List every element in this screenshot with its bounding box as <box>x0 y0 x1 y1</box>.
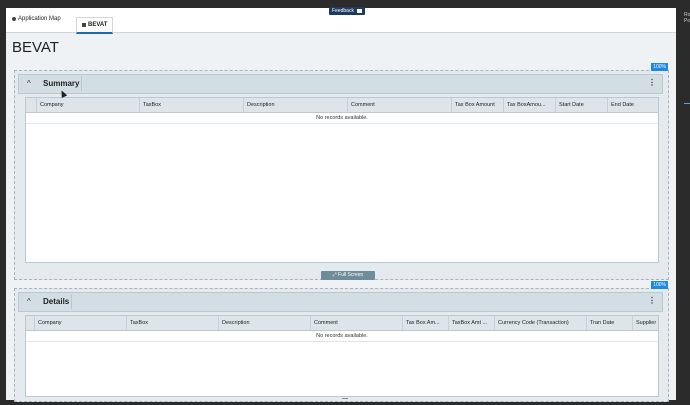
column-start-date[interactable]: Start Date <box>555 98 607 112</box>
zoom-percent-badge[interactable]: 100% <box>651 281 668 289</box>
column-description[interactable]: Description <box>218 316 310 330</box>
column-company[interactable]: Company <box>34 316 126 330</box>
details-grid: Company TaxBox Description Comment Tax B… <box>25 315 659 397</box>
details-header: ^ Details ⋮ <box>18 292 663 312</box>
summary-title: Summary <box>43 79 80 88</box>
summary-header: ^ Summary ⋮ <box>18 74 663 94</box>
details-grid-header: Company TaxBox Description Comment Tax B… <box>26 316 658 331</box>
collapse-chevron-icon[interactable]: ^ <box>27 297 31 306</box>
summary-grid-header: Company TaxBox Description Comment Tax B… <box>26 98 658 113</box>
feedback-label: Feedback <box>332 8 354 14</box>
column-tax-box-amount[interactable]: Tax Box Am... <box>402 316 448 330</box>
column-company[interactable]: Company <box>36 98 139 112</box>
tab-label: BEVAT <box>88 22 108 28</box>
details-title: Details <box>43 297 70 306</box>
message-icon <box>356 9 362 13</box>
full-screen-button[interactable]: ⤢ Full Screen <box>321 271 375 280</box>
right-edge-text-2: Po <box>684 18 690 24</box>
collapse-chevron-icon[interactable]: ^ <box>27 79 31 88</box>
column-supplier[interactable]: Supplier <box>632 316 658 330</box>
summary-panel: 100% ^ Summary ⋮ Company TaxBox Descript… <box>14 63 669 280</box>
zoom-percent-badge[interactable]: 100% <box>651 63 668 71</box>
right-edge-accent <box>684 103 690 104</box>
tab-bevat[interactable]: BEVAT <box>76 17 114 34</box>
column-taxbox[interactable]: TaxBox <box>126 316 218 330</box>
right-edge-panel <box>676 8 690 405</box>
column-end-date[interactable]: End Date <box>607 98 658 112</box>
column-tax-box-amount[interactable]: Tax Box Amount <box>451 98 503 112</box>
column-tran-date[interactable]: Tran Date <box>586 316 632 330</box>
column-comment[interactable]: Comment <box>347 98 451 112</box>
globe-icon <box>12 17 16 21</box>
app-window: Application Map BEVAT BEVAT 100% ^ Summa… <box>6 8 676 402</box>
details-toolbar <box>71 294 662 309</box>
column-description[interactable]: Description <box>243 98 347 112</box>
grid-icon <box>82 23 86 27</box>
summary-grid: Company TaxBox Description Comment Tax B… <box>25 97 659 263</box>
more-options-icon[interactable]: ⋮ <box>648 296 656 305</box>
empty-message: No records available. <box>26 331 658 342</box>
details-panel: 100% ^ Details ⋮ Company TaxBox Descript… <box>14 281 669 402</box>
column-comment[interactable]: Comment <box>310 316 402 330</box>
page-title: BEVAT <box>12 39 59 56</box>
feedback-button[interactable]: Feedback <box>329 7 365 15</box>
scroll-indicator[interactable] <box>342 398 348 399</box>
column-taxbox-amount-2[interactable]: TaxBox Amt ... <box>448 316 494 330</box>
full-screen-label: Full Screen <box>338 272 364 278</box>
more-options-icon[interactable]: ⋮ <box>648 78 656 87</box>
tab-label: Application Map <box>18 16 61 22</box>
column-taxbox[interactable]: TaxBox <box>139 98 243 112</box>
empty-message: No records available. <box>26 113 658 124</box>
summary-toolbar <box>81 76 662 91</box>
tab-application-map[interactable]: Application Map <box>12 16 61 22</box>
right-edge-text: Ro Po <box>684 12 690 24</box>
column-currency-code[interactable]: Currency Code (Transaction) <box>494 316 586 330</box>
column-tax-box-amount-2[interactable]: Tax BoxAmou... <box>503 98 555 112</box>
